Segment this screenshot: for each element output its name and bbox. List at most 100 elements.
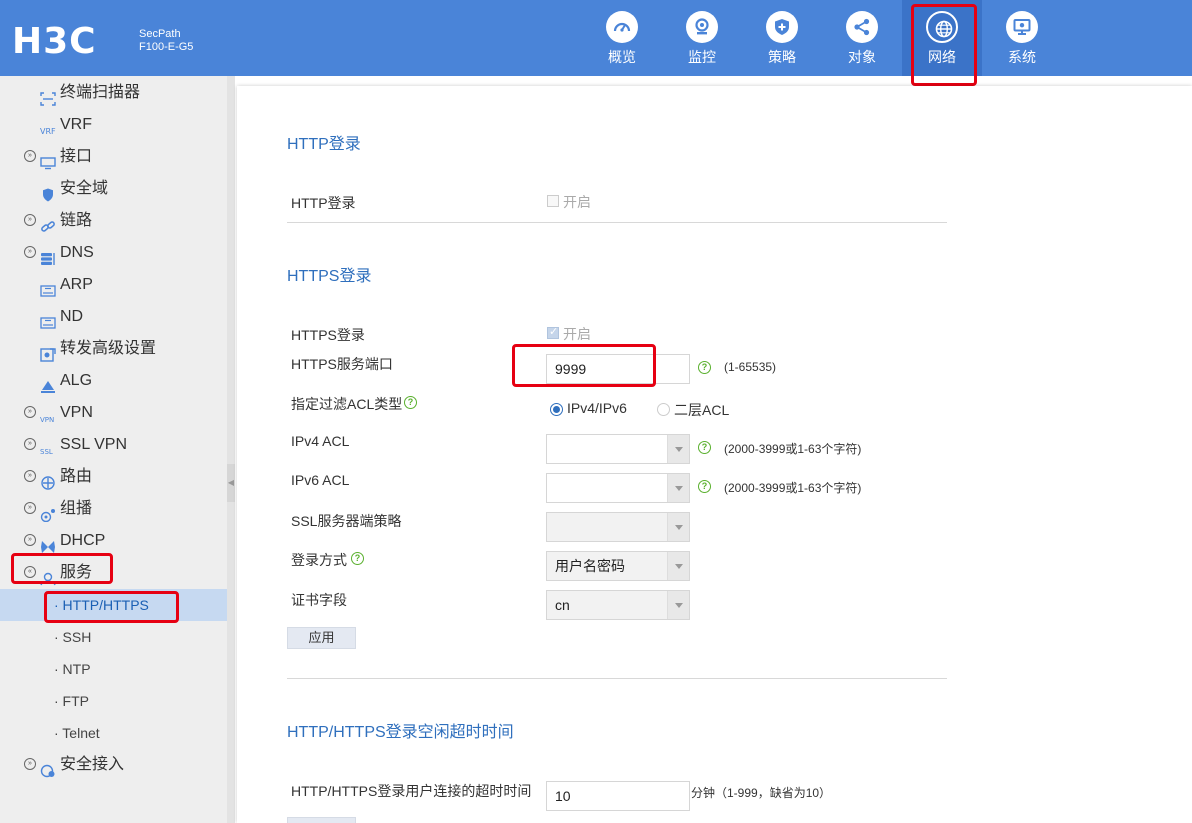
vrf-icon: VRF <box>40 118 56 136</box>
highlight-http-https-box <box>44 591 179 623</box>
http-enable-label: 开启 <box>563 194 591 210</box>
port-range-hint: (1-65535) <box>724 360 777 374</box>
gauge-icon <box>606 11 638 43</box>
ssl-policy-label: SSL服务器端策略 <box>291 513 402 529</box>
chevron-down-icon[interactable] <box>667 435 689 463</box>
sidebar-item-forwarding-advanced[interactable]: 转发高级设置 <box>0 333 227 365</box>
acl-type-l2-radio[interactable] <box>657 403 670 416</box>
vpn-icon: VPN <box>40 406 56 424</box>
sidebar-sub-ntp[interactable]: · NTP <box>0 653 227 685</box>
acl-type-label: 指定过滤ACL类型 <box>291 396 403 412</box>
timeout-apply-button[interactable] <box>287 817 356 823</box>
http-login-label: HTTP登录 <box>291 195 356 211</box>
nav-monitor[interactable]: 监控 <box>662 0 742 76</box>
ipv4-acl-hint: (2000-3999或1-63个字符) <box>724 442 862 456</box>
ipv6-acl-hint: (2000-3999或1-63个字符) <box>724 481 862 495</box>
svg-text:VRF: VRF <box>40 127 56 136</box>
sidebar-item-multicast[interactable]: » 组播 <box>0 493 227 525</box>
collapse-handle-icon[interactable]: ◀ <box>227 464 235 502</box>
sidebar-item-secure-access[interactable]: » 安全接入 <box>0 749 227 781</box>
cert-field-select[interactable]: cn <box>546 590 690 620</box>
http-section-title: HTTP登录 <box>287 136 361 153</box>
sidebar: 终端扫描器 VRF VRF » 接口 安全域 » 链路 » DNS ARP ND… <box>0 76 227 823</box>
sidebar-sub-ssh[interactable]: · SSH <box>0 621 227 653</box>
login-method-label: 登录方式 <box>291 552 347 568</box>
chevron-down-icon[interactable] <box>667 591 689 619</box>
dns-icon <box>40 246 56 265</box>
route-icon <box>40 470 56 490</box>
forward-settings-icon <box>40 342 56 362</box>
timeout-section-title: HTTP/HTTPS登录空闲超时时间 <box>287 724 514 741</box>
dhcp-icon <box>40 534 56 553</box>
sidebar-item-link[interactable]: » 链路 <box>0 205 227 237</box>
acl-type-l2-label: 二层ACL <box>674 402 730 418</box>
help-icon[interactable]: ? <box>698 361 711 374</box>
help-icon[interactable]: ? <box>698 480 711 493</box>
shield-icon <box>40 182 56 202</box>
main-content: HTTP登录 HTTP登录 开启 HTTPS登录 HTTPS登录 开启 HTTP… <box>237 86 1192 823</box>
sidebar-item-arp[interactable]: ARP <box>0 269 227 301</box>
ssl-vpn-icon: SSL <box>40 438 56 456</box>
expand-icon[interactable]: » <box>24 246 36 258</box>
cert-field-label: 证书字段 <box>291 592 347 608</box>
svg-text:VPN: VPN <box>40 416 54 424</box>
acl-type-ipv4-ipv6-radio[interactable] <box>550 403 563 416</box>
sidebar-splitter[interactable]: ◀ <box>227 76 235 823</box>
scanner-icon <box>40 86 56 106</box>
share-icon <box>846 11 878 43</box>
expand-icon[interactable]: » <box>24 758 36 770</box>
sidebar-item-dns[interactable]: » DNS <box>0 237 227 269</box>
sidebar-sub-telnet[interactable]: · Telnet <box>0 717 227 749</box>
sidebar-item-alg[interactable]: ALG <box>0 365 227 397</box>
help-icon[interactable]: ? <box>351 552 364 565</box>
sidebar-item-vpn[interactable]: » VPN VPN <box>0 397 227 429</box>
shield-plus-icon <box>766 11 798 43</box>
expand-icon[interactable]: » <box>24 502 36 514</box>
ipv4-acl-select[interactable] <box>546 434 690 464</box>
sidebar-item-ssl-vpn[interactable]: » SSL SSL VPN <box>0 429 227 461</box>
link-icon <box>40 214 56 232</box>
login-method-select[interactable]: 用户名密码 <box>546 551 690 581</box>
sidebar-sub-ftp[interactable]: · FTP <box>0 685 227 717</box>
nav-overview[interactable]: 概览 <box>582 0 662 76</box>
h3c-logo: H3C <box>12 21 97 62</box>
expand-icon[interactable]: » <box>24 406 36 418</box>
interface-icon <box>40 150 56 170</box>
highlight-port-box <box>512 344 656 387</box>
expand-icon[interactable]: » <box>24 534 36 546</box>
ipv6-acl-select[interactable] <box>546 473 690 503</box>
sidebar-item-terminal-scanner[interactable]: 终端扫描器 <box>0 77 227 109</box>
expand-icon[interactable]: » <box>24 438 36 450</box>
http-enable-checkbox[interactable] <box>547 195 559 207</box>
device-model: SecPath F100-E-G5 <box>139 28 194 53</box>
timeout-label: HTTP/HTTPS登录用户连接的超时时间 <box>291 783 532 799</box>
help-icon[interactable]: ? <box>404 396 417 409</box>
highlight-service-box <box>11 553 113 584</box>
sidebar-item-vrf[interactable]: VRF VRF <box>0 109 227 141</box>
expand-icon[interactable]: » <box>24 214 36 226</box>
https-enable-label: 开启 <box>563 326 591 342</box>
expand-icon[interactable]: » <box>24 150 36 162</box>
nav-system[interactable]: 系统 <box>982 0 1062 76</box>
https-enable-checkbox[interactable] <box>547 325 559 339</box>
nav-object[interactable]: 对象 <box>822 0 902 76</box>
chevron-down-icon[interactable] <box>667 513 689 541</box>
sidebar-item-nd[interactable]: ND <box>0 301 227 333</box>
top-header: H3C SecPath F100-E-G5 概览 监控 策略 对象 网络 系统 <box>0 0 1192 76</box>
chevron-down-icon[interactable] <box>667 552 689 580</box>
ipv6-acl-label: IPv6 ACL <box>291 472 350 488</box>
timeout-input[interactable]: 10 <box>546 781 690 811</box>
chevron-down-icon[interactable] <box>667 474 689 502</box>
expand-icon[interactable]: » <box>24 470 36 482</box>
secure-access-icon <box>40 758 56 778</box>
help-icon[interactable]: ? <box>698 441 711 454</box>
sidebar-item-interface[interactable]: » 接口 <box>0 141 227 173</box>
apply-button[interactable]: 应用 <box>287 627 356 649</box>
sidebar-item-routing[interactable]: » 路由 <box>0 461 227 493</box>
nav-policy[interactable]: 策略 <box>742 0 822 76</box>
divider <box>287 222 947 223</box>
sidebar-item-security-zone[interactable]: 安全域 <box>0 173 227 205</box>
https-section-title: HTTPS登录 <box>287 268 372 285</box>
ssl-policy-select[interactable] <box>546 512 690 542</box>
arp-icon <box>40 278 56 297</box>
